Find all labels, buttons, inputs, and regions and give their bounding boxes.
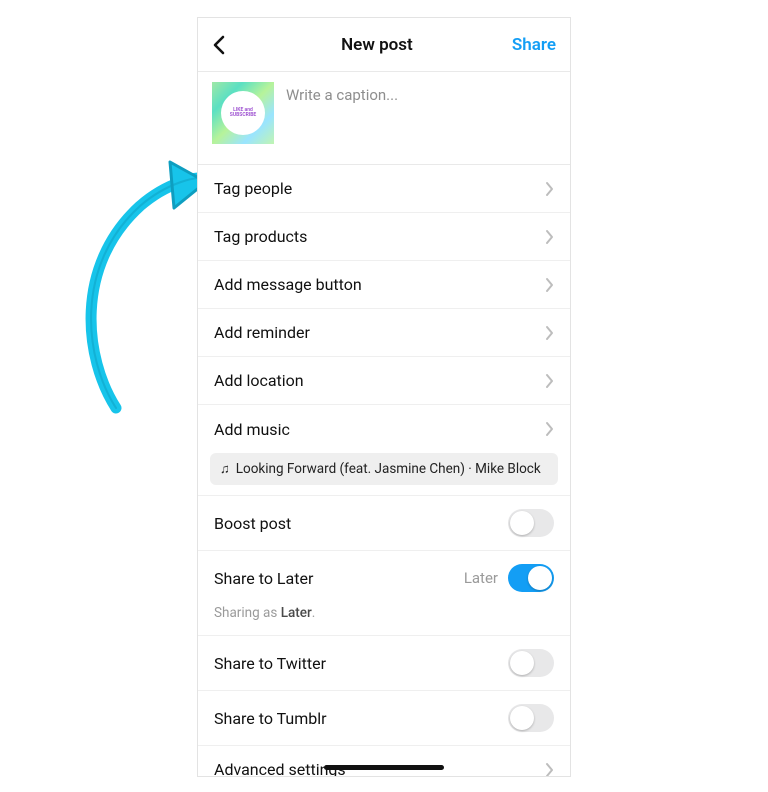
row-label: Tag products [214, 227, 307, 246]
sharing-as-name: Later [281, 605, 312, 621]
row-share-to-tumblr: Share to Tumblr [198, 691, 570, 746]
chevron-right-icon [545, 762, 554, 778]
sharing-as-prefix: Sharing as [214, 605, 281, 621]
music-suggestion-label: Looking Forward (feat. Jasmine Chen) · M… [236, 461, 541, 477]
row-label: Boost post [214, 514, 291, 533]
sharing-as-text: Sharing as Later. [198, 605, 570, 635]
new-post-screen: New post Share LIKE and SUBSCRIBE Write … [197, 17, 571, 777]
toggle-share-to-twitter[interactable] [508, 649, 554, 677]
chevron-right-icon [545, 229, 554, 245]
toggle-share-to-tumblr[interactable] [508, 704, 554, 732]
caption-input[interactable]: Write a caption... [286, 82, 556, 144]
sharing-as-suffix: . [312, 605, 316, 621]
chevron-right-icon [545, 325, 554, 341]
chevron-right-icon [545, 181, 554, 197]
home-indicator[interactable] [324, 765, 444, 770]
row-advanced-settings[interactable]: Advanced settings [198, 746, 570, 777]
music-section: Add music ♫ Looking Forward (feat. Jasmi… [198, 405, 570, 496]
share-later-right-label: Later [464, 569, 498, 587]
row-tag-people[interactable]: Tag people [198, 165, 570, 213]
row-label: Share to Later [214, 569, 313, 588]
row-label: Add location [214, 371, 304, 390]
toggle-share-to-later[interactable] [508, 564, 554, 592]
row-add-location[interactable]: Add location [198, 357, 570, 405]
row-label: Share to Twitter [214, 654, 326, 673]
row-label: Add music [214, 420, 290, 439]
music-note-icon: ♫ [220, 461, 230, 477]
row-share-to-later: Share to Later Later [198, 551, 570, 605]
row-share-to-twitter: Share to Twitter [198, 636, 570, 691]
caption-section: LIKE and SUBSCRIBE Write a caption... [198, 72, 570, 165]
share-later-section: Share to Later Later Sharing as Later. [198, 551, 570, 636]
toggle-boost-post[interactable] [508, 509, 554, 537]
chevron-right-icon [545, 421, 554, 437]
row-add-message-button[interactable]: Add message button [198, 261, 570, 309]
row-boost-post: Boost post [198, 496, 570, 551]
row-tag-products[interactable]: Tag products [198, 213, 570, 261]
share-button[interactable]: Share [512, 35, 556, 55]
thumbnail-text: LIKE and SUBSCRIBE [221, 91, 265, 135]
header-bar: New post Share [198, 18, 570, 72]
row-label: Share to Tumblr [214, 709, 327, 728]
row-add-music[interactable]: Add music [198, 405, 570, 453]
row-label: Add message button [214, 275, 362, 294]
row-add-reminder[interactable]: Add reminder [198, 309, 570, 357]
page-title: New post [341, 35, 413, 55]
back-button[interactable] [212, 35, 242, 55]
chevron-right-icon [545, 373, 554, 389]
post-thumbnail[interactable]: LIKE and SUBSCRIBE [212, 82, 274, 144]
chevron-left-icon [212, 35, 226, 55]
chevron-right-icon [545, 277, 554, 293]
row-label: Tag people [214, 179, 292, 198]
music-suggestion-chip[interactable]: ♫ Looking Forward (feat. Jasmine Chen) ·… [210, 453, 558, 485]
row-label: Add reminder [214, 323, 310, 342]
